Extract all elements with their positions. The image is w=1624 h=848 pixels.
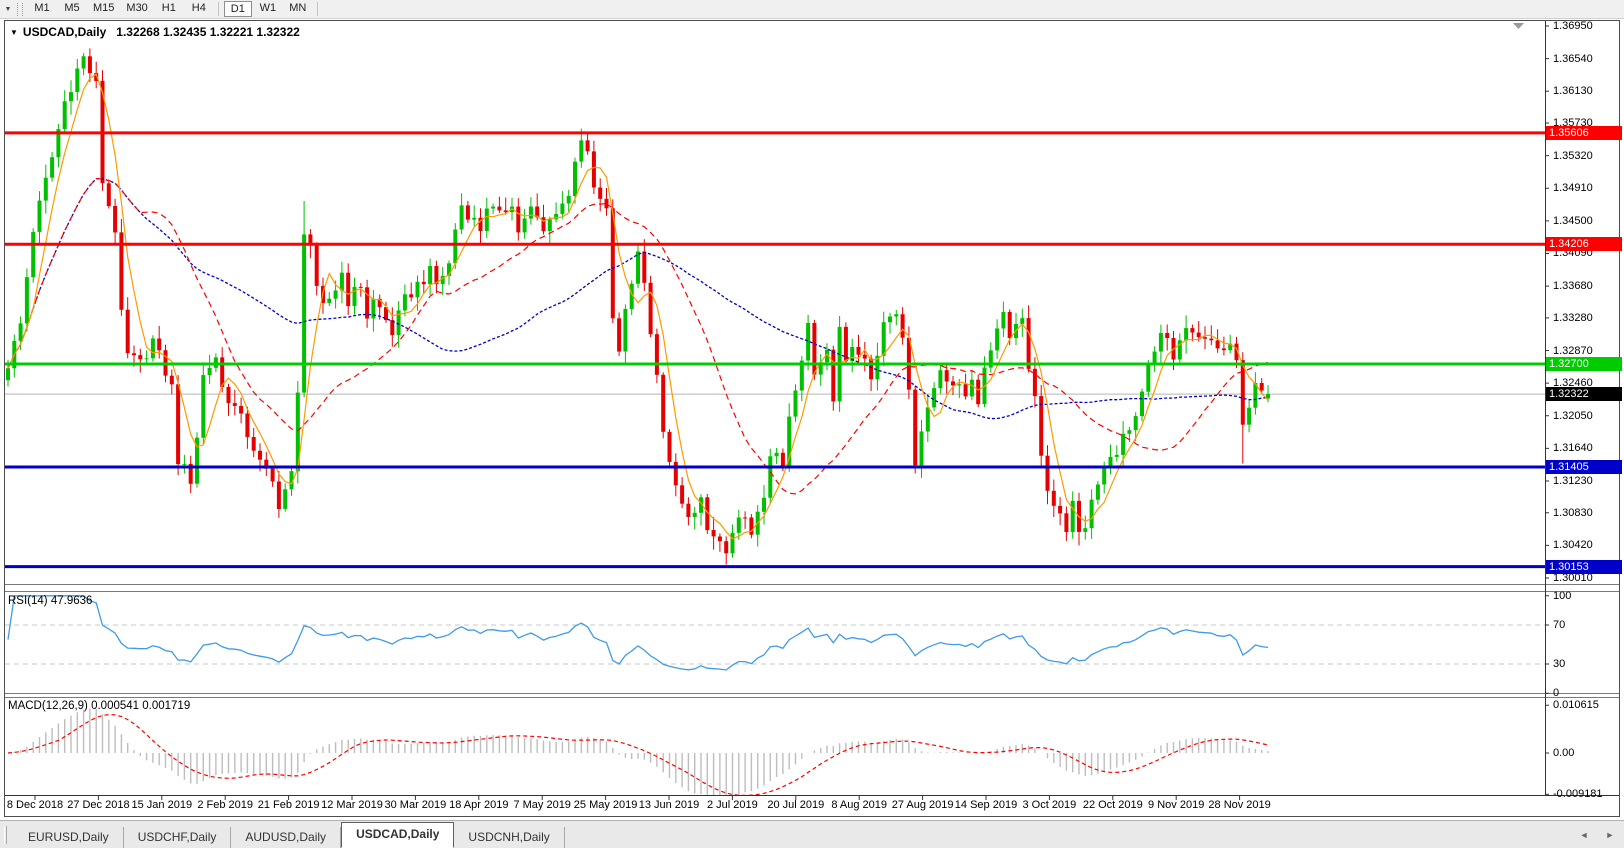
price-axis-tick-label: 1.33680 xyxy=(1553,279,1593,293)
date-axis-tick-label: 9 Nov 2019 xyxy=(1148,799,1204,811)
date-axis-tick-label: 3 Oct 2019 xyxy=(1022,799,1076,811)
symbol-tab-bar: EURUSD,DailyUSDCHF,DailyAUDUSD,DailyUSDC… xyxy=(0,820,1624,848)
date-axis-tick-label: 15 Jan 2019 xyxy=(132,799,193,811)
price-axis-tick-label: 1.36130 xyxy=(1553,84,1593,98)
tab-scroller: ◄ ► xyxy=(1578,828,1616,842)
date-axis-tick-label: 18 Apr 2019 xyxy=(449,799,508,811)
date-axis-tick-label: 12 Mar 2019 xyxy=(321,799,383,811)
price-level-badge: 1.32700 xyxy=(1546,357,1622,371)
price-axis-tick-label: 1.30420 xyxy=(1553,538,1593,552)
chart-title: ▼ USDCAD,Daily 1.32268 1.32435 1.32221 1.3… xyxy=(10,25,300,39)
chart-collapse-icon[interactable]: ▼ xyxy=(10,28,18,37)
price-axis-tick-label: 1.36540 xyxy=(1553,52,1593,66)
price-axis-tick-label: 1.31230 xyxy=(1553,474,1593,488)
tabs-scroll-left-button[interactable]: ◄ xyxy=(1578,828,1590,842)
price-level-badge: 1.35606 xyxy=(1546,126,1622,140)
chart-tab-usdcad[interactable]: USDCAD,Daily xyxy=(341,822,454,848)
date-axis-tick-label: 14 Sep 2019 xyxy=(955,799,1017,811)
rsi-value: 47.9636 xyxy=(51,595,93,607)
timeframe-mn-button[interactable]: MN xyxy=(284,1,312,17)
timeframe-m30-button[interactable]: M30 xyxy=(121,1,152,17)
price-level-badge: 1.31405 xyxy=(1546,460,1622,474)
date-axis-tick-label: 8 Dec 2018 xyxy=(7,799,63,811)
chart-tab-usdcnh[interactable]: USDCNH,Daily xyxy=(454,827,564,848)
price-axis-tick-label: 1.30830 xyxy=(1553,506,1593,520)
tabbar-grip xyxy=(4,826,7,844)
timeframe-m15-button[interactable]: M15 xyxy=(88,1,119,17)
rsi-axis-tick-label: 30 xyxy=(1553,657,1565,671)
date-axis-tick-label: 7 May 2019 xyxy=(513,799,570,811)
price-axis-tick-label: 1.31640 xyxy=(1553,441,1593,455)
chart-symbol-label: USDCAD,Daily xyxy=(23,25,106,39)
price-axis-tick-label: 1.33280 xyxy=(1553,311,1593,325)
chart-canvas[interactable] xyxy=(0,0,1624,848)
macd-indicator-label: MACD(12,26,9) 0.000541 0.001719 xyxy=(8,700,190,712)
price-axis-tick-label: 1.32050 xyxy=(1553,409,1593,423)
chart-shift-marker-icon xyxy=(1513,23,1524,29)
rsi-axis-tick-label: 100 xyxy=(1553,589,1571,603)
macd-axis-tick-label: 0.010615 xyxy=(1553,698,1599,712)
price-axis-tick-label: 1.35320 xyxy=(1553,149,1593,163)
date-axis-tick-label: 8 Aug 2019 xyxy=(831,799,887,811)
timeframe-d1-button[interactable]: D1 xyxy=(224,1,252,17)
tabs-scroll-right-button[interactable]: ► xyxy=(1604,828,1616,842)
timeframe-w1-button[interactable]: W1 xyxy=(254,1,282,17)
timeframe-h1-button[interactable]: H1 xyxy=(155,1,183,17)
price-axis-tick-label: 1.34910 xyxy=(1553,181,1593,195)
date-axis-tick-label: 22 Oct 2019 xyxy=(1083,799,1143,811)
toolbar-separator xyxy=(317,2,318,16)
date-axis-tick-label: 27 Dec 2018 xyxy=(67,799,129,811)
date-axis-tick-label: 20 Jul 2019 xyxy=(767,799,824,811)
price-level-badge: 1.34206 xyxy=(1546,237,1622,251)
price-axis-tick-label: 1.32870 xyxy=(1553,344,1593,358)
price-axis-tick-label: 1.34500 xyxy=(1553,214,1593,228)
timeframe-m1-button[interactable]: M1 xyxy=(28,1,56,17)
mt4-window: ▼ M1M5M15M30H1H4 D1W1MN ▼ USDCAD,Daily 1.32… xyxy=(0,0,1624,848)
macd-value: 0.000541 0.001719 xyxy=(91,700,190,712)
date-axis-tick-label: 30 Mar 2019 xyxy=(385,799,447,811)
macd-name: MACD(12,26,9) xyxy=(8,700,88,712)
timeframe-buttons: M1M5M15M30H1H4 D1W1MN xyxy=(27,0,322,19)
rsi-axis-tick-label: 70 xyxy=(1553,618,1565,632)
chart-tab-usdchf[interactable]: USDCHF,Daily xyxy=(124,827,232,848)
chart-tab-audusd[interactable]: AUDUSD,Daily xyxy=(231,827,341,848)
date-axis-tick-label: 25 May 2019 xyxy=(574,799,638,811)
toolbar-dropdown-icon[interactable]: ▼ xyxy=(0,1,16,17)
current-price-badge: 1.32322 xyxy=(1546,387,1622,401)
date-axis-tick-label: 2 Feb 2019 xyxy=(197,799,253,811)
date-axis-tick-label: 28 Nov 2019 xyxy=(1208,799,1270,811)
chart-ohlc-values: 1.32268 1.32435 1.32221 1.32322 xyxy=(116,25,300,39)
symbol-tabs: EURUSD,DailyUSDCHF,DailyAUDUSD,DailyUSDC… xyxy=(14,823,565,848)
macd-axis-tick-label: 0.00 xyxy=(1553,746,1574,760)
timeframe-toolbar: ▼ M1M5M15M30H1H4 D1W1MN xyxy=(0,0,1624,19)
price-level-badge: 1.30153 xyxy=(1546,560,1622,574)
date-axis-tick-label: 13 Jun 2019 xyxy=(639,799,700,811)
timeframe-m5-button[interactable]: M5 xyxy=(58,1,86,17)
toolbar-drag-handle[interactable] xyxy=(17,3,23,16)
rsi-indicator-label: RSI(14) 47.9636 xyxy=(8,595,92,607)
date-axis-tick-label: 27 Aug 2019 xyxy=(892,799,954,811)
date-axis-tick-label: 21 Feb 2019 xyxy=(258,799,320,811)
chart-tab-eurusd[interactable]: EURUSD,Daily xyxy=(14,827,124,848)
macd-axis-tick-label: -0.009181 xyxy=(1553,787,1603,801)
price-axis-tick-label: 1.36950 xyxy=(1553,19,1593,33)
timeframe-h4-button[interactable]: H4 xyxy=(185,1,213,17)
rsi-name: RSI(14) xyxy=(8,595,48,607)
date-axis-tick-label: 2 Jul 2019 xyxy=(707,799,758,811)
toolbar-separator xyxy=(218,2,219,16)
